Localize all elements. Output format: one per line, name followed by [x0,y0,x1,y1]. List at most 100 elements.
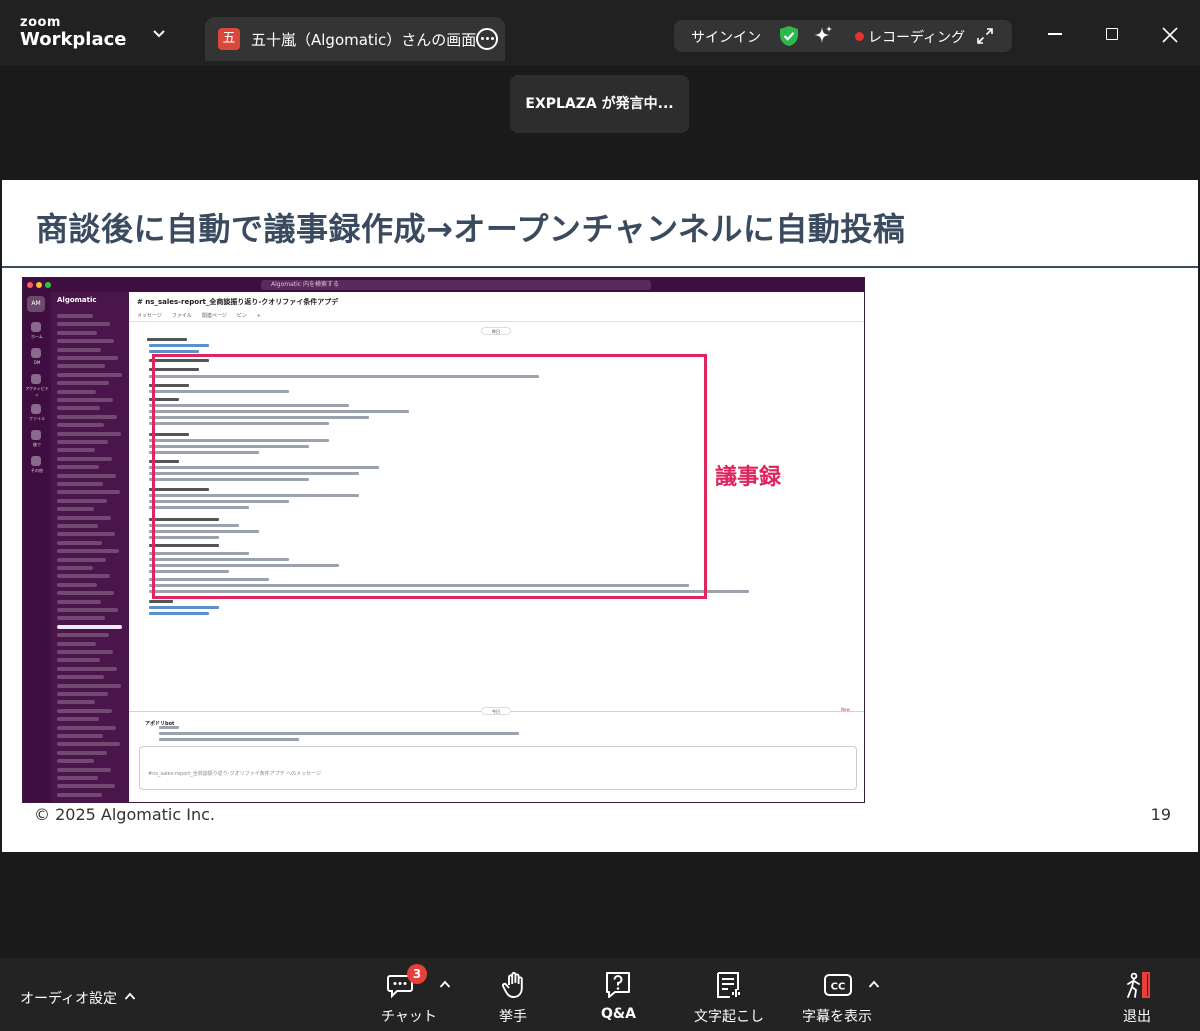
shield-check-icon[interactable] [778,25,800,47]
minutes-highlight-box [152,354,707,599]
workspace-name: Algomatic [57,296,97,304]
activity-icon [31,374,41,384]
sidebar-channel-row [57,448,95,453]
sidebar-channel-row [57,767,111,772]
record-dot-icon [855,32,864,41]
transcript-label: 文字起こし [694,1009,764,1025]
meeting-toolbar: オーディオ設定 3 チャット 挙手 Q&A 文字起こし CC 字幕を表示 退出 [0,958,1200,1031]
rail-label: ホーム [31,334,43,339]
sidebar-channel-row [57,675,104,680]
signin-button[interactable]: サインイン [691,27,761,47]
more-icon [31,456,41,466]
message-composer: #ns_sales-report_全商談振り返り-クオリファイ条件アプデ へのメ… [139,746,857,790]
sidebar-channel-row [57,330,97,335]
meeting-tab-title: 五十嵐（Algomatic）さんの画面 [251,31,477,49]
sidebar-channel-row [57,431,121,436]
sidebar-channel-row [57,440,108,444]
title-bar: zoom Workplace 五 五十嵐（Algomatic）さんの画面 サイン… [0,0,1200,66]
leave-button[interactable]: 退出 [1120,958,1160,1031]
composer-placeholder: #ns_sales-report_全商談振り返り-クオリファイ条件アプデ へのメ… [148,771,322,777]
channel-tabs: メッセージ ファイル 関連ページ ピン + [137,313,261,319]
caret-up-icon[interactable] [124,992,136,1000]
sidebar-channel-row [57,381,109,386]
cc-icon: CC [824,974,852,996]
slide-title: 商談後に自動で議事録作成→オープンチャンネルに自動投稿 [36,210,906,248]
slide-copyright: © 2025 Algomatic Inc. [34,805,215,824]
minimize-icon[interactable] [1048,33,1062,35]
slide-divider [2,266,1198,268]
dm-icon [31,348,41,358]
chat-button[interactable]: 3 チャット [378,958,438,1031]
sidebar-channel-row [57,532,115,537]
sidebar-channel-row [57,725,116,730]
more-icon[interactable] [476,28,498,50]
sidebar-channel-row [57,742,120,747]
home-icon [31,322,41,332]
bot-name: アポドリbot [145,721,175,727]
sidebar-channel-row [57,490,120,495]
sidebar-channel-row [57,339,114,344]
slack-screenshot: Algomatic 内を検索する AM ホーム DM アクティビティ ファイル … [22,277,865,803]
message-text-line [149,344,209,347]
sidebar-channel-row [57,398,113,402]
sidebar-channel-row [57,683,121,688]
chevron-down-icon[interactable] [152,29,166,39]
presenter-avatar: 五 [218,28,240,50]
qa-label: Q&A [601,1006,636,1022]
brand-top: zoom [20,15,61,30]
slack-search: Algomatic 内を検索する [261,280,651,290]
caret-up-icon[interactable] [868,980,880,988]
sidebar-channel-row [57,465,99,470]
message-text-line [159,738,299,741]
transcript-button[interactable]: 文字起こし [693,958,765,1031]
close-icon[interactable] [1162,27,1178,43]
caret-up-icon[interactable] [439,980,451,988]
meeting-status-pill: サインイン レコーディング [674,20,1012,52]
captions-button[interactable]: CC 字幕を表示 [801,958,881,1031]
shared-slide: 商談後に自動で議事録作成→オープンチャンネルに自動投稿 Algomatic 内を… [2,180,1198,852]
sidebar-channel-row [57,624,122,629]
chat-badge: 3 [407,964,427,984]
qa-button[interactable]: Q&A [598,958,638,1031]
minutes-annotation: 議事録 [715,465,782,490]
raise-hand-button[interactable]: 挙手 [496,958,536,1031]
raise-hand-label: 挙手 [499,1009,527,1025]
sidebar-channel-row [57,574,110,579]
recording-status[interactable]: レコーディング [868,27,965,47]
message-text-line [149,606,219,609]
workspace-icon: AM [27,296,45,312]
sidebar-channel-row [57,650,113,654]
expand-icon[interactable] [976,27,994,45]
rail-label: 後で [33,442,41,447]
sidebar-channel-row [57,591,114,596]
sidebar-channel-row [57,792,102,797]
sidebar-channel-row [57,692,108,696]
sidebar-channel-row [57,700,95,705]
slack-rail: AM ホーム DM アクティビティ ファイル 後で その他 [23,292,51,802]
sparkle-icon[interactable] [812,25,834,47]
traffic-light-close-icon [27,282,33,288]
sidebar-channel-row [57,666,117,671]
sidebar-channel-row [57,608,118,612]
sidebar-channel-row [57,599,101,604]
sidebar-channel-row [57,364,105,369]
sidebar-channel-row [57,456,112,461]
sidebar-channel-row [57,347,101,352]
sidebar-channel-row [57,524,98,528]
channel-name: # ns_sales-report_全商談振り返り-クオリファイ条件アプデ [137,298,339,306]
zoom-logo: zoom Workplace [20,16,127,49]
message-text-line [149,350,199,353]
meeting-tab[interactable]: 五 五十嵐（Algomatic）さんの画面 [205,17,505,61]
rail-label: DM [33,360,41,365]
maximize-icon[interactable] [1106,28,1118,40]
sidebar-channel-row [57,372,122,377]
sidebar-channel-row [57,482,103,486]
message-text-line [147,338,187,341]
sidebar-channel-row [57,314,93,318]
slide-page-number: 19 [1150,805,1171,824]
sidebar-channel-row [57,356,118,360]
sidebar-channel-row [57,507,94,512]
new-label: New [841,707,850,712]
sidebar-channel-row [57,616,105,621]
audio-settings-button[interactable]: オーディオ設定 [20,988,117,1008]
